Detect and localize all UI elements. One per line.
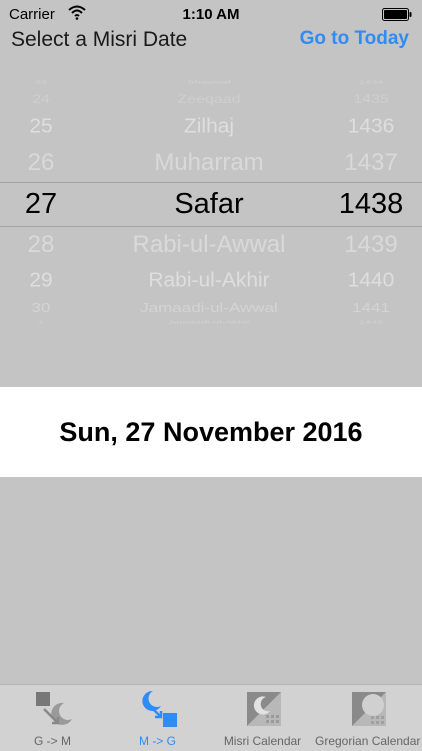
date-picker-wheel[interactable]: 23 Shawwal 1434 24 Zeeqaad 1435 25 Zilhaj 1436 26… <box>0 78 422 328</box>
picker-month: Safar <box>174 188 244 220</box>
picker-month: Jamaadi-ul-Awwal <box>140 300 278 315</box>
picker-row-selected[interactable]: 27 Safar 1438 <box>0 184 422 224</box>
picker-month: Muharram <box>154 149 264 176</box>
picker-row[interactable]: 28 Rabi-ul-Awwal 1439 <box>0 228 422 262</box>
picker-row[interactable]: 25 Zilhaj 1436 <box>0 113 422 142</box>
picker-day: 24 <box>32 93 50 106</box>
picker-row[interactable]: 30 Jamaadi-ul-Awwal 1441 <box>0 301 422 316</box>
converted-date: Sun, 27 November 2016 <box>59 416 363 447</box>
tab-m-to-g[interactable]: M -> G <box>105 685 210 751</box>
picker-year: 1438 <box>338 188 404 220</box>
page-title: Select a Misri Date <box>11 28 188 51</box>
picker-month: Zilhaj <box>183 115 235 138</box>
tab-label: M -> G <box>138 734 176 748</box>
picker-year: 1437 <box>344 149 398 176</box>
picker-row[interactable]: 29 Rabi-ul-Akhir 1440 <box>0 267 422 296</box>
tab-bar: G -> M M -> G Misri Calendar Gregorian C… <box>0 684 422 751</box>
picker-year: 1441 <box>352 300 390 315</box>
battery-icon <box>382 8 412 21</box>
tab-g-to-m[interactable]: G -> M <box>0 685 105 751</box>
picker-row[interactable]: 23 Shawwal 1434 <box>0 79 422 85</box>
picker-month: Zeeqaad <box>177 93 241 106</box>
picker-year: 1440 <box>347 269 395 292</box>
tab-label: G -> M <box>33 734 71 748</box>
picker-year: 1436 <box>347 115 395 138</box>
gregorian-to-misri-icon <box>36 692 72 725</box>
picker-month: Jamaadi-ul-Akhir <box>167 319 251 325</box>
misri-to-gregorian-icon <box>142 690 177 727</box>
go-to-today-button[interactable]: Go to Today <box>300 28 409 50</box>
picker-row[interactable]: 1 Jamaadi-ul-Akhir 1442 <box>0 319 422 325</box>
picker-month: Shawwal <box>186 79 232 85</box>
tab-label: Gregorian Calendar <box>315 734 421 748</box>
picker-year: 1439 <box>344 231 398 258</box>
tab-gregorian-calendar[interactable]: Gregorian Calendar <box>315 685 420 751</box>
picker-row[interactable]: 26 Muharram 1437 <box>0 146 422 180</box>
converted-date-band: Sun, 27 November 2016 <box>0 387 422 477</box>
selection-line-top <box>0 182 422 183</box>
picker-year: 1434 <box>358 79 384 85</box>
picker-month: Rabi-ul-Awwal <box>132 231 286 258</box>
nav-bar: Select a Misri Date Go to Today <box>0 28 422 56</box>
status-bar: Carrier 1:10 AM <box>0 0 422 28</box>
selection-line-bottom <box>0 226 422 227</box>
picker-day: 29 <box>29 269 53 292</box>
picker-day: 28 <box>27 231 55 258</box>
picker-day: 27 <box>24 188 58 220</box>
picker-day: 26 <box>27 149 55 176</box>
picker-month: Rabi-ul-Akhir <box>148 269 270 292</box>
picker-day: 1 <box>37 319 45 325</box>
picker-year: 1435 <box>353 93 389 106</box>
gregorian-calendar-icon <box>352 692 386 726</box>
picker-row[interactable]: 24 Zeeqaad 1435 <box>0 93 422 108</box>
picker-day: 30 <box>31 300 51 315</box>
misri-calendar-icon <box>247 692 281 726</box>
status-time: 1:10 AM <box>182 6 240 23</box>
tab-misri-calendar[interactable]: Misri Calendar <box>210 685 315 751</box>
tab-label: Misri Calendar <box>223 734 302 748</box>
picker-day: 23 <box>34 79 48 85</box>
picker-day: 25 <box>29 115 53 138</box>
picker-year: 1442 <box>358 319 384 325</box>
